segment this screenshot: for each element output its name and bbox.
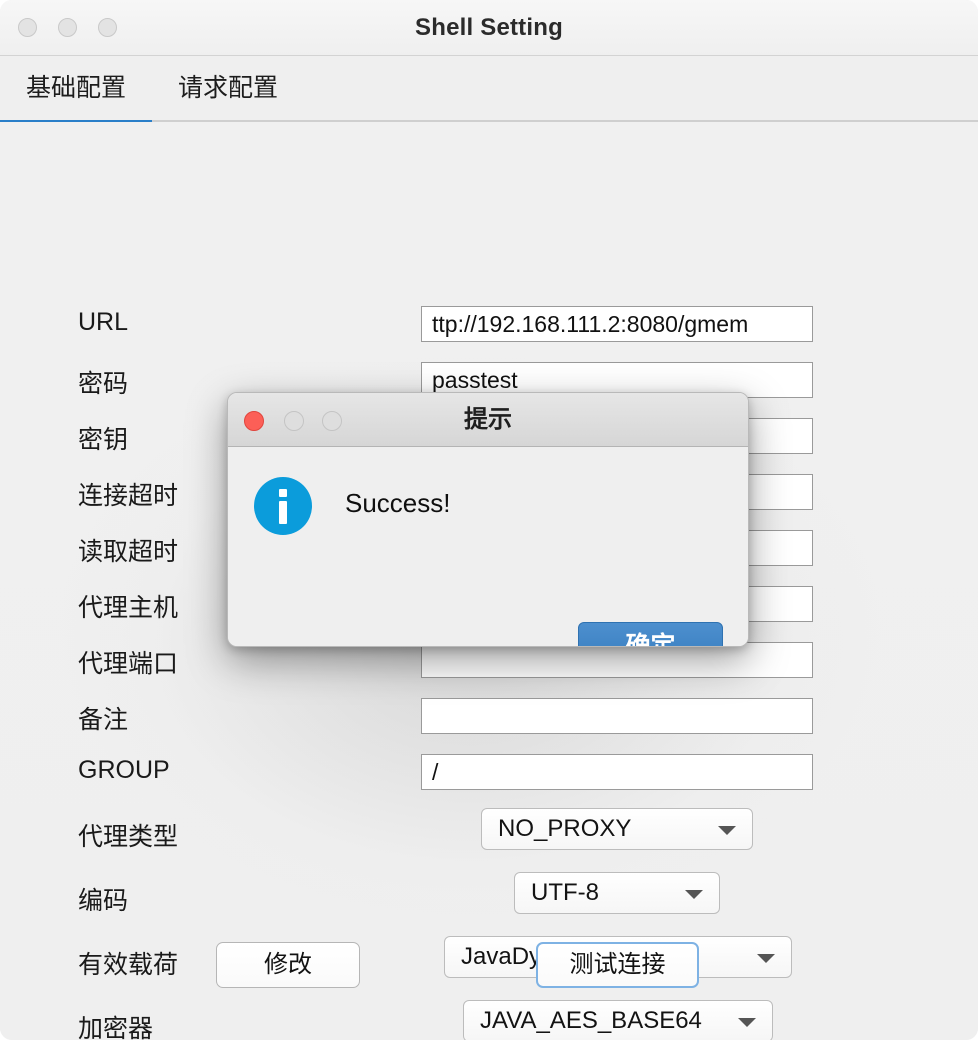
label-encoding: 编码 <box>78 881 128 917</box>
label-encryptor: 加密器 <box>78 1009 153 1040</box>
label-remark: 备注 <box>78 700 128 736</box>
input-proxy-port[interactable] <box>421 642 813 678</box>
dialog-title: 提示 <box>228 393 748 447</box>
window-titlebar: Shell Setting <box>0 0 978 56</box>
label-read-timeout: 读取超时 <box>78 532 178 568</box>
label-connect-timeout: 连接超时 <box>78 476 178 512</box>
select-proxy-type-value: NO_PROXY <box>498 815 631 842</box>
chevron-down-icon <box>757 954 775 963</box>
label-password: 密码 <box>78 364 128 400</box>
chevron-down-icon <box>718 826 736 835</box>
dialog-message: Success! <box>345 488 451 519</box>
info-icon <box>254 477 312 535</box>
tab-request-config[interactable]: 请求配置 <box>152 56 304 120</box>
info-icon-dot <box>279 489 287 497</box>
label-proxy-host: 代理主机 <box>78 588 178 624</box>
input-remark[interactable] <box>421 698 813 734</box>
input-url[interactable]: ttp://192.168.111.2:8080/gmem <box>421 306 813 342</box>
label-proxy-port: 代理端口 <box>78 644 178 680</box>
shell-setting-window: Shell Setting 基础配置 请求配置 URL 密码 密钥 连接超时 读… <box>0 0 978 1040</box>
tab-bar: 基础配置 请求配置 <box>0 56 978 122</box>
modify-button[interactable]: 修改 <box>216 942 360 988</box>
select-encoding[interactable]: UTF-8 <box>514 872 720 914</box>
select-encryptor[interactable]: JAVA_AES_BASE64 <box>463 1000 773 1040</box>
window-title: Shell Setting <box>0 0 978 56</box>
tab-basic-config[interactable]: 基础配置 <box>0 56 152 120</box>
info-icon-stem <box>279 501 287 524</box>
chevron-down-icon <box>685 890 703 899</box>
label-url: URL <box>78 308 128 337</box>
test-connection-button[interactable]: 测试连接 <box>536 942 699 988</box>
select-encryptor-value: JAVA_AES_BASE64 <box>480 1007 702 1034</box>
select-encoding-value: UTF-8 <box>531 879 599 906</box>
chevron-down-icon <box>738 1018 756 1027</box>
success-dialog: 提示 Success! 确定 <box>227 392 749 647</box>
dialog-content: Success! 确定 <box>228 447 748 647</box>
label-proxy-type: 代理类型 <box>78 817 178 853</box>
dialog-titlebar: 提示 <box>228 393 748 447</box>
dialog-ok-button[interactable]: 确定 <box>578 622 723 647</box>
label-payload: 有效载荷 <box>78 945 178 981</box>
label-secret-key: 密钥 <box>78 420 128 456</box>
input-group[interactable]: / <box>421 754 813 790</box>
select-proxy-type[interactable]: NO_PROXY <box>481 808 753 850</box>
label-group: GROUP <box>78 756 170 785</box>
